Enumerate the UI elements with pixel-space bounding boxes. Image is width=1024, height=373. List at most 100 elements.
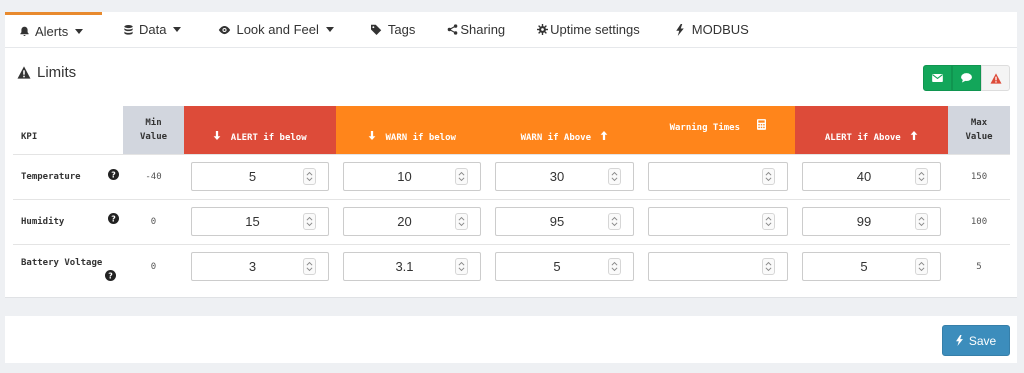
warning-times-cell	[641, 153, 795, 199]
kpi-label: Temperature	[21, 171, 81, 182]
header-warning-times: Warning Times	[641, 106, 795, 154]
max-value-cell: 5	[948, 243, 1010, 289]
footer-bar: Save	[5, 316, 1017, 363]
header-alert-above-label: ALERT if Above	[824, 132, 901, 143]
limits-table: KPI Min Value ALERT if below WARN if bel…	[13, 106, 1010, 289]
number-spinner[interactable]	[608, 258, 621, 276]
kpi-cell: Temperature?	[13, 153, 123, 199]
spinner-arrows-icon	[765, 216, 772, 227]
table-row: Temperature? -40 5 10 30 40 150	[13, 153, 1010, 199]
alert-below-input[interactable]: 15	[191, 207, 329, 236]
number-spinner[interactable]	[762, 213, 775, 230]
spinner-arrows-icon	[918, 262, 925, 272]
spinner-arrows-icon	[458, 171, 465, 182]
cog-icon	[537, 24, 549, 35]
tab-sharing[interactable]: Sharing	[447, 12, 505, 48]
warn-above-input[interactable]: 95	[495, 207, 634, 236]
warning-times-input[interactable]	[648, 207, 788, 236]
alert-above-cell: 40	[795, 153, 948, 199]
sms-notify-button[interactable]	[952, 65, 981, 91]
tab-look-and-feel[interactable]: Look and Feel	[218, 12, 334, 48]
number-spinner[interactable]	[303, 258, 316, 276]
warning-times-input[interactable]	[648, 162, 788, 191]
tab-data-label: Data	[139, 22, 167, 37]
alert-above-input[interactable]: 99	[802, 207, 941, 236]
alert-above-input[interactable]: 5	[802, 252, 941, 282]
comment-icon	[961, 73, 972, 83]
tab-alerts-label: Alerts	[35, 23, 69, 39]
input-value: 40	[856, 169, 872, 184]
svg-text:?: ?	[111, 214, 116, 223]
save-button-label: Save	[968, 333, 997, 348]
spinner-arrows-icon	[306, 262, 313, 272]
warn-below-input[interactable]: 20	[343, 207, 481, 236]
number-spinner[interactable]	[303, 168, 316, 185]
bolt-icon	[676, 23, 684, 36]
save-button[interactable]: Save	[942, 325, 1010, 356]
input-value: 99	[856, 214, 872, 229]
spinner-arrows-icon	[765, 262, 772, 272]
tab-data[interactable]: Data	[123, 12, 182, 48]
header-warn-above: WARN if Above	[488, 106, 641, 154]
number-spinner[interactable]	[915, 258, 928, 276]
tab-uptime-settings-label: Uptime settings	[550, 22, 640, 37]
input-value: 15	[245, 214, 260, 229]
min-value-cell: 0	[123, 198, 184, 244]
input-value: 95	[549, 214, 565, 229]
help-icon[interactable]: ?	[105, 269, 116, 281]
number-spinner[interactable]	[303, 213, 316, 230]
spinner-arrows-icon	[611, 216, 618, 227]
input-value: 3	[248, 259, 257, 275]
alert-below-input[interactable]: 3	[191, 252, 329, 282]
input-value: 10	[397, 169, 412, 184]
tab-uptime-settings[interactable]: Uptime settings	[537, 12, 640, 48]
kpi-cell: Battery Voltage?	[13, 243, 123, 289]
tab-alerts[interactable]: Alerts	[5, 11, 102, 48]
number-spinner[interactable]	[915, 213, 928, 230]
input-value: 3.1	[395, 259, 414, 275]
number-spinner[interactable]	[455, 168, 468, 185]
number-spinner[interactable]	[762, 168, 775, 185]
svg-text:?: ?	[111, 170, 116, 179]
help-icon[interactable]: ?	[108, 168, 119, 180]
help-icon[interactable]: ?	[108, 212, 119, 224]
email-notify-button[interactable]	[923, 65, 952, 91]
warning-icon	[990, 72, 1001, 84]
tab-modbus[interactable]: MODBUS	[676, 12, 749, 48]
header-warn-above-label: WARN if Above	[520, 132, 592, 143]
spinner-arrows-icon	[611, 262, 618, 272]
spinner-arrows-icon	[458, 262, 465, 272]
warn-above-input[interactable]: 30	[495, 162, 634, 191]
alarm-notify-button[interactable]	[981, 65, 1010, 91]
number-spinner[interactable]	[455, 213, 468, 230]
number-spinner[interactable]	[455, 258, 468, 276]
warn-below-input[interactable]: 3.1	[343, 252, 481, 282]
warning-times-cell	[641, 243, 795, 289]
warning-times-input[interactable]	[648, 252, 788, 282]
tab-tags[interactable]: Tags	[370, 12, 415, 48]
alert-above-input[interactable]: 40	[802, 162, 941, 191]
chevron-down-icon	[325, 27, 334, 32]
calculator-icon	[757, 118, 767, 130]
number-spinner[interactable]	[608, 213, 621, 230]
alert-above-cell: 5	[795, 243, 948, 289]
chevron-down-icon	[75, 28, 84, 34]
header-kpi: KPI	[13, 106, 123, 154]
alert-above-cell: 99	[795, 198, 948, 244]
warn-below-cell: 3.1	[336, 243, 488, 289]
header-min-value: Min Value	[123, 106, 184, 154]
input-value: 5	[553, 259, 561, 275]
warn-above-input[interactable]: 5	[495, 252, 634, 282]
number-spinner[interactable]	[915, 168, 928, 185]
alert-below-input[interactable]: 5	[191, 162, 329, 191]
panel-title-text: Limits	[37, 64, 77, 81]
spinner-arrows-icon	[611, 171, 618, 182]
header-alert-above: ALERT if Above	[795, 106, 948, 154]
arrow-up-icon	[910, 130, 918, 140]
number-spinner[interactable]	[762, 258, 775, 276]
arrow-up-icon	[601, 130, 608, 140]
warn-below-input[interactable]: 10	[343, 162, 481, 191]
warn-above-cell: 30	[488, 153, 641, 199]
table-row: Battery Voltage? 0 3 3.1 5 5 5	[13, 243, 1010, 289]
number-spinner[interactable]	[608, 168, 621, 185]
